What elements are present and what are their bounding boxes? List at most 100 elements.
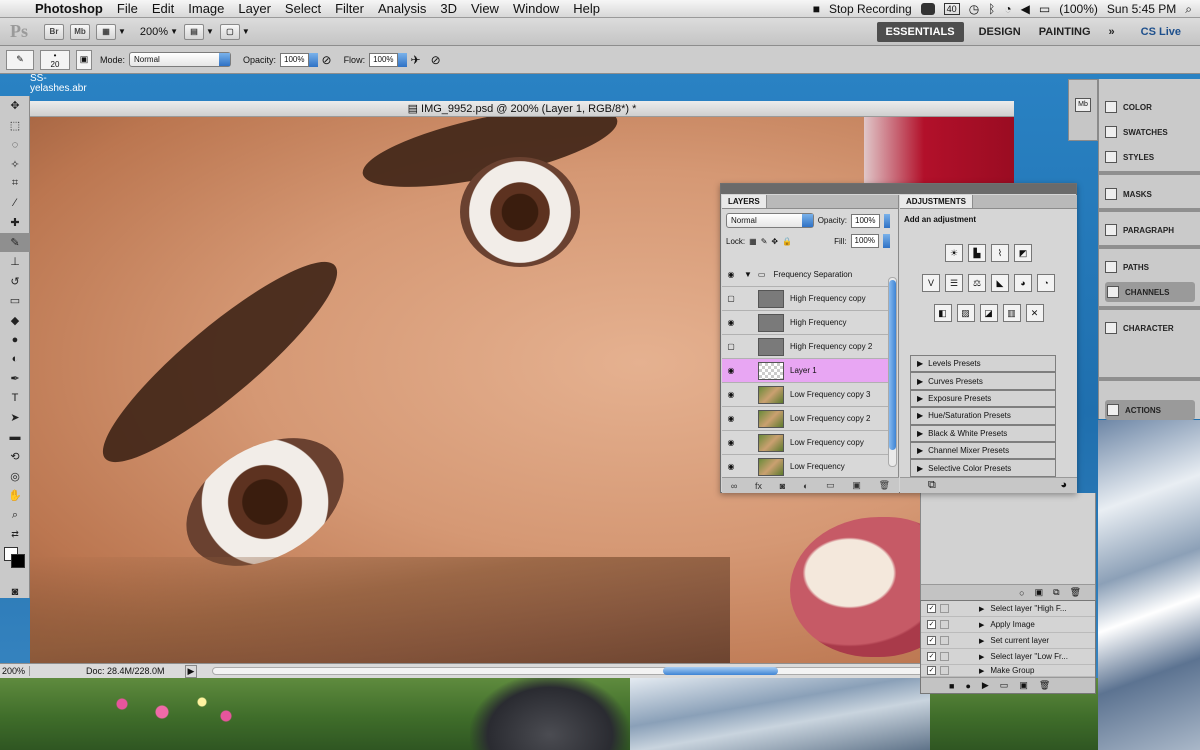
visibility-eye-icon[interactable]: ◉ [722, 438, 740, 447]
menu-3d[interactable]: 3D [433, 0, 464, 18]
color-balance-icon[interactable]: ⚖ [968, 274, 986, 292]
expand-triangle-icon[interactable]: ▶ [917, 443, 923, 458]
layer-group-row[interactable]: ◉ ▼ ▭ Frequency Separation [722, 263, 890, 287]
play-icon[interactable]: ▶ [982, 680, 989, 691]
trash-icon[interactable]: 🗑 [1039, 680, 1050, 691]
dock-masks[interactable]: MASKS [1105, 184, 1195, 204]
airbrush-icon[interactable]: ✈ [411, 53, 421, 67]
dock-channels[interactable]: CHANNELS [1105, 282, 1195, 302]
expand-triangle-icon[interactable]: ▶ [917, 391, 923, 406]
lock-transparent-icon[interactable]: ▦ [749, 237, 757, 246]
opacity-input[interactable]: 100% [280, 52, 309, 67]
menu-view[interactable]: View [464, 0, 506, 18]
layer-row[interactable]: ◉ Low Frequency [722, 455, 890, 479]
channel-mixer-icon[interactable]: ◔ [1037, 274, 1055, 292]
menu-window[interactable]: Window [506, 0, 566, 18]
lock-position-icon[interactable]: ✥ [771, 237, 778, 246]
chevron-down-icon[interactable]: ▼ [206, 27, 214, 36]
screen-mode-button[interactable]: ▢ [219, 23, 240, 40]
view-extras-button[interactable]: ▦ [96, 23, 116, 40]
wifi-icon[interactable]: ◔ [1004, 2, 1011, 16]
preset-item[interactable]: ▶ Black & White Presets [910, 424, 1056, 442]
visibility-eye-icon[interactable]: ◉ [722, 414, 740, 423]
posterize-icon[interactable]: ▨ [956, 304, 975, 322]
dialog-toggle[interactable] [940, 652, 949, 661]
brightness-contrast-icon[interactable]: ☀ [945, 244, 963, 262]
eraser-tool-icon[interactable]: ▭ [0, 291, 30, 311]
cs-live-button[interactable]: CS Live [1132, 26, 1190, 38]
hue-saturation-icon[interactable]: ☰ [945, 274, 963, 292]
visibility-off-box[interactable]: ▢ [722, 294, 740, 303]
layers-scrollbar[interactable] [888, 277, 897, 467]
fill-slider[interactable] [883, 234, 890, 248]
expand-triangle-icon[interactable]: ▶ [917, 408, 923, 423]
fill-input[interactable]: 100% [850, 234, 879, 248]
dock-paths[interactable]: PATHS [1105, 257, 1195, 277]
menu-clock[interactable]: Sun 5:45 PM [1107, 2, 1176, 16]
quick-mask-icon[interactable]: ◙ [0, 583, 30, 603]
dock-character[interactable]: CHARACTER [1105, 318, 1195, 338]
selective-color-icon[interactable]: ✕ [1025, 304, 1044, 322]
brush-preset-picker[interactable]: • 20 [40, 49, 70, 70]
curves-icon[interactable]: ⌇ [991, 244, 1009, 262]
menu-extra-icon[interactable] [920, 3, 935, 15]
chevron-down-icon[interactable]: ▼ [242, 27, 250, 36]
action-step[interactable]: ✓ ▶ Make Group [921, 665, 1095, 677]
new-group-icon[interactable]: ▭ [826, 480, 835, 491]
new-action-icon[interactable]: ▣ [1019, 680, 1028, 691]
expand-arrow-icon[interactable]: ▶ [979, 621, 984, 629]
preset-item[interactable]: ▶ Exposure Presets [910, 389, 1056, 408]
action-step[interactable]: ✓ ▶ Set current layer [921, 633, 1095, 649]
pen-tool-icon[interactable]: ✒ [0, 369, 30, 389]
add-mask-icon[interactable]: ◙ [780, 481, 785, 491]
zoom-level-select[interactable]: 200% [140, 26, 168, 38]
horizontal-scrollbar[interactable] [212, 667, 1012, 675]
doc-size[interactable]: Doc: 28.4M/228.0M [86, 666, 165, 676]
layer-row[interactable]: ◉ Layer 1 [722, 359, 890, 383]
threshold-icon[interactable]: ◪ [979, 304, 998, 322]
expand-arrow-icon[interactable]: ▶ [979, 637, 984, 645]
menu-help[interactable]: Help [566, 0, 607, 18]
scrollbar-thumb[interactable] [663, 667, 778, 675]
menu-edit[interactable]: Edit [145, 0, 181, 18]
visibility-eye-icon[interactable]: ◉ [722, 366, 740, 375]
volume-icon[interactable]: ◀ [1021, 2, 1030, 16]
visibility-off-box[interactable]: ▢ [722, 342, 740, 351]
blend-mode-select[interactable]: Normal [726, 213, 814, 228]
visibility-eye-icon[interactable]: ◉ [722, 390, 740, 399]
record-icon[interactable]: ● [965, 681, 970, 691]
action-step[interactable]: ✓ ▶ Select layer "High F... [921, 601, 1095, 617]
layer-opacity-slider[interactable] [883, 213, 890, 228]
adjustment-layer-icon[interactable]: ◐ [803, 481, 808, 491]
app-name-menu[interactable]: Photoshop [28, 0, 110, 18]
visibility-eye-icon[interactable]: ◉ [722, 462, 740, 471]
expanded-view-icon[interactable]: ⧉ [928, 479, 936, 492]
spotlight-icon[interactable]: ⌕ [1185, 2, 1192, 17]
arrange-documents-button[interactable]: ▤ [183, 23, 204, 40]
color-swatches[interactable] [0, 545, 30, 583]
3d-orbit-tool-icon[interactable]: ◎ [0, 467, 30, 487]
dock-actions[interactable]: ACTIONS [1105, 400, 1195, 420]
layer-row[interactable]: ◉ Low Frequency copy 3 [722, 383, 890, 407]
panel-grip-bar[interactable] [721, 184, 1076, 194]
action-step[interactable]: ✓ ▶ Select layer "Low Fr... [921, 649, 1095, 665]
trash-icon[interactable]: 🗑 [879, 480, 890, 491]
dock-paragraph[interactable]: PARAGRAPH [1105, 220, 1195, 240]
battery-icon[interactable]: ▭ [1039, 2, 1050, 16]
opacity-slider-button[interactable] [308, 52, 318, 67]
visibility-eye-icon[interactable]: ◉ [722, 270, 740, 279]
lock-pixels-icon[interactable]: ✎ [761, 237, 768, 246]
clip-to-layer-icon[interactable]: ◕ [1060, 479, 1067, 491]
expand-triangle-icon[interactable]: ▶ [917, 426, 923, 441]
dock-swatches[interactable]: SWATCHES [1105, 122, 1195, 142]
action-checkbox[interactable]: ✓ [927, 636, 936, 645]
dock-styles[interactable]: STYLES [1105, 147, 1195, 167]
type-tool-icon[interactable]: T [0, 389, 30, 409]
stop-recording-icon[interactable]: ■ [813, 2, 820, 16]
photo-filter-icon[interactable]: ◕ [1014, 274, 1032, 292]
new-layer-icon[interactable]: ▣ [852, 480, 861, 491]
badge-40[interactable]: 40 [943, 3, 960, 15]
zoom-tool-icon[interactable]: ⌕ [0, 506, 30, 526]
link-layers-icon[interactable]: ∞ [731, 481, 737, 491]
tab-layers[interactable]: LAYERS [722, 195, 767, 208]
